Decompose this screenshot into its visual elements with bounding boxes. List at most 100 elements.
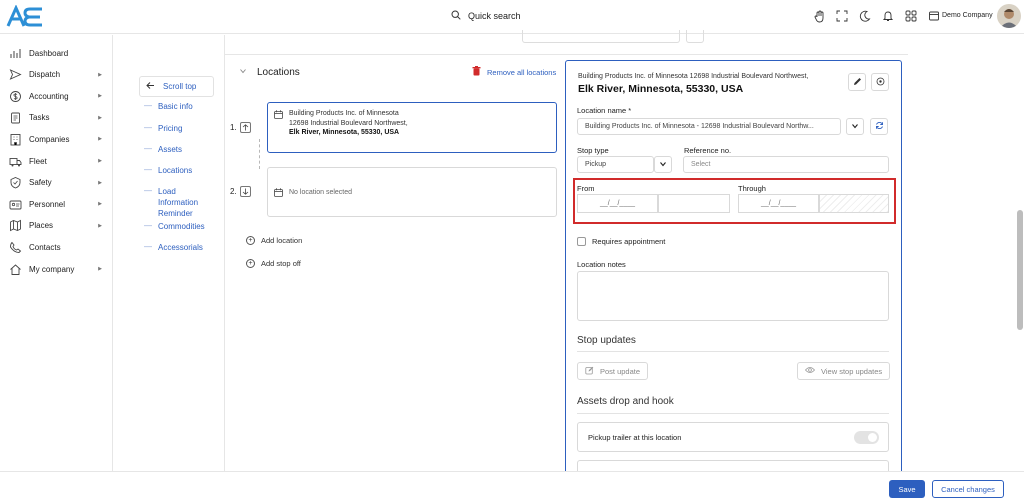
refresh-icon xyxy=(875,121,884,132)
stop-card-2[interactable]: No location selected xyxy=(267,167,557,217)
stop-type-dropdown[interactable] xyxy=(654,156,672,173)
sidebar-item-safety[interactable]: Safety ▶ xyxy=(9,176,107,190)
stop-number-label: 1. xyxy=(230,123,237,132)
chevron-down-icon[interactable] xyxy=(239,67,247,78)
sidebar-item-fleet[interactable]: Fleet ▶ xyxy=(9,154,107,168)
save-button[interactable]: Save xyxy=(889,480,925,498)
sidebar-item-places[interactable]: Places ▶ xyxy=(9,219,107,233)
avatar[interactable] xyxy=(997,4,1021,28)
dash-marker: — xyxy=(144,221,152,230)
calendar-icon xyxy=(274,110,283,121)
sidebar-item-label: Dispatch xyxy=(29,70,61,80)
grid-icon[interactable] xyxy=(904,9,918,23)
view-stop-updates-button[interactable]: View stop updates xyxy=(797,362,891,380)
through-label: Through xyxy=(738,184,766,193)
anchor-label: Pricing xyxy=(158,124,183,133)
app-logo[interactable] xyxy=(6,4,46,29)
window-icon[interactable] xyxy=(927,9,941,23)
pickup-trailer-label: Pickup trailer at this location xyxy=(588,432,682,442)
scroll-top-button[interactable]: Scroll top xyxy=(139,76,214,97)
pickup-trailer-row: Pickup trailer at this location xyxy=(577,422,889,452)
hand-icon[interactable] xyxy=(812,9,826,23)
post-update-button[interactable]: Post update xyxy=(577,362,649,380)
through-date-input[interactable]: __/__/____ xyxy=(738,194,819,213)
chevron-down-icon xyxy=(659,160,667,170)
sidebar-item-my-company[interactable]: My company ▶ xyxy=(9,262,107,276)
map-pin-button[interactable] xyxy=(871,73,889,91)
from-date-input[interactable]: __/__/____ xyxy=(577,194,658,213)
sidebar-item-label: Contacts xyxy=(29,242,61,252)
sidebar-item-contacts[interactable]: Contacts xyxy=(9,240,107,254)
anchor-assets[interactable]: — Assets xyxy=(144,144,218,155)
stop-2-number: 2. xyxy=(230,186,251,197)
sidebar-item-companies[interactable]: Companies ▶ xyxy=(9,132,107,146)
map-icon xyxy=(9,219,22,232)
sidebar-item-tasks[interactable]: Tasks ▶ xyxy=(9,111,107,125)
sidebar-item-label: Dashboard xyxy=(29,48,69,58)
plus-circle-icon: + xyxy=(246,236,255,245)
location-name-dropdown[interactable] xyxy=(846,118,864,135)
dash-marker: — xyxy=(144,165,152,174)
stop-1-city: Elk River, Minnesota, 55330, USA xyxy=(289,129,400,136)
move-down-button[interactable] xyxy=(239,186,251,197)
reference-label: Reference no. xyxy=(684,146,732,155)
partial-select[interactable] xyxy=(522,30,680,43)
locations-header[interactable]: Locations xyxy=(239,67,300,78)
requires-appointment-checkbox[interactable]: Requires appointment xyxy=(577,237,665,246)
partial-button[interactable] xyxy=(686,30,704,43)
anchor-pricing[interactable]: — Pricing xyxy=(144,123,218,134)
anchor-label: Commodities xyxy=(158,222,205,231)
requires-appointment-label: Requires appointment xyxy=(592,237,666,246)
stop-1-company: Building Products Inc. of Minnesota xyxy=(289,110,399,117)
sidebar-item-personnel[interactable]: Personnel ▶ xyxy=(9,197,107,211)
details-address-line: Building Products Inc. of Minnesota 1269… xyxy=(578,73,809,80)
expand-icon[interactable] xyxy=(835,9,849,23)
trash-icon xyxy=(472,66,481,78)
from-time-input[interactable] xyxy=(658,194,730,213)
caret-right-icon: ▶ xyxy=(98,114,102,121)
stop-type-select[interactable]: Pickup xyxy=(577,156,654,173)
location-pin-icon xyxy=(876,77,885,88)
anchor-label: Load Information Reminder xyxy=(158,187,199,218)
remove-all-locations-button[interactable]: Remove all locations xyxy=(472,66,556,78)
add-stop-off-button[interactable]: + Add stop off xyxy=(246,259,301,268)
home-icon xyxy=(9,263,22,276)
anchor-accessorials[interactable]: — Accessorials xyxy=(144,242,218,253)
add-location-button[interactable]: + Add location xyxy=(246,236,302,245)
sidebar-item-dashboard[interactable]: Dashboard xyxy=(9,46,107,60)
sidebar-item-accounting[interactable]: Accounting ▶ xyxy=(9,89,107,103)
anchor-locations[interactable]: — Locations xyxy=(144,165,218,176)
through-date-placeholder: __/__/____ xyxy=(760,200,797,207)
edit-button[interactable] xyxy=(848,73,866,91)
sidebar-item-label: Tasks xyxy=(29,113,50,123)
remove-all-label: Remove all locations xyxy=(487,67,557,77)
page-scrollbar[interactable] xyxy=(1017,210,1023,330)
refresh-button[interactable] xyxy=(870,118,888,135)
location-notes-textarea[interactable] xyxy=(577,271,889,321)
assets-title: Assets drop and hook xyxy=(577,396,674,407)
anchor-commodities[interactable]: — Commodities xyxy=(144,221,218,232)
anchor-label: Locations xyxy=(158,166,193,175)
checkbox-box[interactable] xyxy=(577,237,586,246)
footer-bar: Save Cancel changes xyxy=(0,471,1024,504)
move-up-button[interactable] xyxy=(239,122,251,133)
location-details-panel: Building Products Inc. of Minnesota 1269… xyxy=(565,60,902,481)
reference-input[interactable]: Select xyxy=(683,156,889,173)
cancel-changes-button[interactable]: Cancel changes xyxy=(932,480,1004,498)
divider xyxy=(577,351,889,352)
moon-icon[interactable] xyxy=(858,9,872,23)
sidebar-item-dispatch[interactable]: Dispatch ▶ xyxy=(9,68,107,82)
calendar-icon xyxy=(274,188,283,199)
anchor-load-information-reminder[interactable]: — Load Information Reminder xyxy=(144,186,218,219)
anchor-basic-info[interactable]: — Basic info xyxy=(144,101,218,112)
quick-search[interactable]: Quick search xyxy=(451,10,521,22)
company-name[interactable]: Demo Company xyxy=(942,12,993,19)
stop-card-1[interactable]: Building Products Inc. of Minnesota 1269… xyxy=(267,102,557,153)
pickup-trailer-toggle[interactable] xyxy=(854,431,879,444)
main-content: Locations Remove all locations 1. Buildi… xyxy=(225,30,908,481)
caret-right-icon: ▶ xyxy=(98,158,102,164)
bell-icon[interactable] xyxy=(881,9,895,23)
stop-updates-title: Stop updates xyxy=(577,335,636,346)
location-name-select[interactable]: Building Products Inc. of Minnesota - 12… xyxy=(577,118,841,135)
dash-marker: — xyxy=(144,101,152,110)
